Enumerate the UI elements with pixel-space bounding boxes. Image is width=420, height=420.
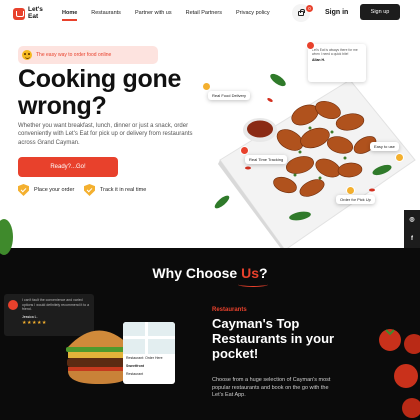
tag-real-time-tracking: Real Time Tracking (245, 155, 288, 164)
signup-button[interactable]: Sign up (360, 4, 400, 20)
hero-description: Whether you want breakfast, lunch, dinne… (18, 123, 193, 146)
review-name: Allan H. (312, 58, 326, 62)
tag-order-for-pickup: Order for Pick Up (336, 195, 375, 204)
shield-check-icon (84, 184, 95, 196)
feature-track: Track it in real time (84, 184, 146, 196)
nav-link-restaurants[interactable]: Restaurants (91, 10, 121, 16)
logo-bag-icon (13, 7, 25, 20)
phone-row: Restaurant: Order Here (126, 356, 163, 360)
why-choose-title: Why Choose Us? (0, 265, 420, 281)
nav-link-partner[interactable]: Partner with us (135, 10, 172, 16)
nav-link-retail-partners[interactable]: Retail Partners (186, 10, 222, 16)
review-card: Let's Eat is always there for me when I … (306, 41, 366, 82)
why-title-prefix: Why Choose (152, 265, 242, 281)
shield-check-icon (18, 184, 29, 196)
tomato-decoration (379, 329, 420, 418)
tagline-pill: The easy way to order food online (18, 46, 158, 64)
smile-emoji-icon (22, 50, 32, 60)
section-label: Restaurants (212, 307, 247, 313)
left-leaf-decoration (0, 219, 13, 255)
easy-badge-icon (395, 153, 404, 162)
signin-link[interactable]: Sign in (325, 9, 348, 16)
feature-place-order: Place your order (18, 184, 74, 196)
tagline-text: The easy way to order food online (36, 52, 112, 58)
app-preview-card: Restaurant: Order Here Sweetfront Restau… (123, 322, 175, 384)
tracking-badge-icon (240, 146, 249, 155)
cart-button[interactable]: 0 (292, 4, 313, 22)
facebook-icon[interactable]: f (411, 236, 413, 242)
section-description: Choose from a huge selection of Cayman's… (212, 377, 331, 398)
delivery-badge-icon (202, 82, 211, 91)
phone-row: Sweetfront (126, 364, 145, 368)
top-nav: Let's Eat Home Restaurants Partner with … (0, 0, 420, 28)
phone-row: Restaurant (126, 372, 144, 376)
why-title-suffix: ? (259, 265, 268, 281)
nav-link-home[interactable]: Home (62, 10, 78, 21)
shopping-bag-icon (298, 8, 305, 16)
title-underline (238, 282, 268, 287)
feature-label: Place your order (34, 187, 75, 193)
logo-text: Let's Eat (28, 6, 43, 20)
logo[interactable]: Let's Eat (13, 6, 46, 20)
ready-go-button[interactable]: Ready?...Go! (18, 157, 118, 177)
tag-easy-to-use: Easy to use (370, 142, 399, 151)
nav-links: Home Restaurants Partner with us Retail … (62, 10, 284, 21)
tag-real-food-delivery: Real Food Delivery (208, 91, 251, 100)
review-text: Let's Eat is always there for me when I … (312, 48, 358, 56)
section-title: Cayman's Top Restaurants in your pocket! (212, 316, 335, 361)
instagram-icon[interactable]: ◎ (409, 216, 414, 223)
review-badge-icon (306, 41, 315, 50)
testimonial-text: I can't fault the convenience and varied… (22, 298, 90, 311)
cart-count-badge: 0 (306, 5, 313, 12)
hero-headline: Cooking gone wrong? (18, 65, 182, 120)
nav-link-privacy-policy[interactable]: Privacy policy (236, 10, 270, 16)
why-title-accent: Us (241, 265, 259, 281)
user-avatar-icon (8, 300, 18, 310)
social-bar: ◎ f (404, 210, 420, 248)
map-preview (123, 322, 175, 354)
pickup-badge-icon (346, 186, 355, 195)
feature-label: Track it in real time (100, 187, 147, 193)
